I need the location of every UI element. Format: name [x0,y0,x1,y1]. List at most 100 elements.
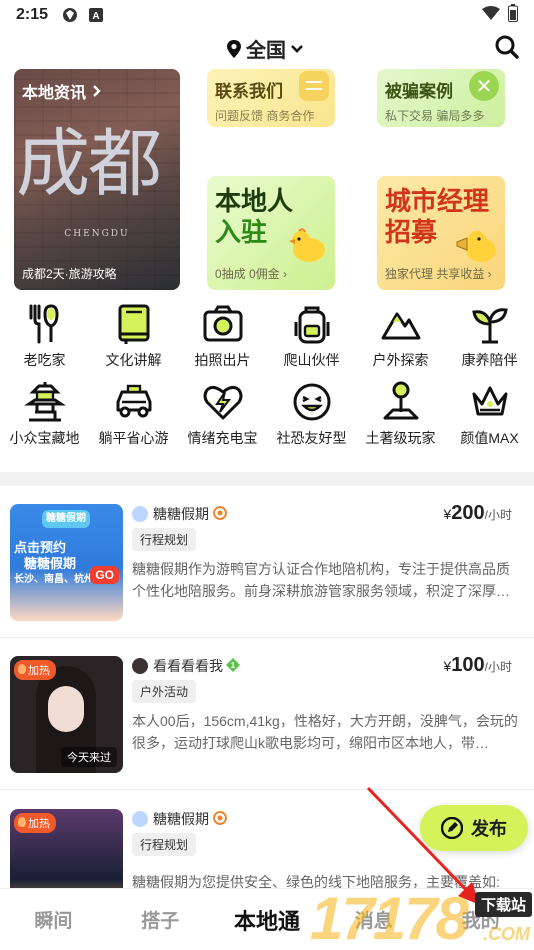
crown-icon [472,386,507,416]
camera-icon [203,305,242,342]
host-name: 看看看看我 [153,658,223,674]
tab-messages[interactable]: 消息 [320,906,427,933]
battery-icon [508,3,518,27]
category-local-expert[interactable]: 土著级玩家 [356,380,445,452]
thumbnail-line: 糖糖假期 [42,510,90,528]
backpack-icon [294,306,329,344]
location-selector[interactable]: 全国 [226,34,304,63]
pagoda-icon [23,382,66,422]
publish-label: 发布 [471,819,507,839]
svg-text:1: 1 [231,661,236,670]
avatar [132,811,148,827]
verified-badge-icon [213,811,227,825]
listing-description: 糖糖假期为您提供安全、绿色的线下地陪服务，主要覆盖如: [132,874,500,888]
price: ¥200/小时 [443,502,512,525]
mountain-icon [381,312,420,340]
city-manager-card[interactable]: 城市经理 招募 独家代理 共享收益 › [377,176,505,290]
map-pin-icon [383,381,418,420]
tab-moments[interactable]: 瞬间 [0,906,107,933]
search-button[interactable] [494,34,520,60]
listing-thumbnail: 糖糖假期 点击预约 糖糖假期 长沙、南昌、杭州… GO [10,504,123,621]
category-grid: 老吃家 文化讲解 拍照出片 爬山伙伴 户外探索 康养陪伴 小众宝藏地 躺平省心游… [0,302,534,452]
duck-mascot-icon [289,228,325,262]
edit-icon [441,817,463,839]
host-name: 糖糖假期 [153,811,209,827]
category-good-looks[interactable]: 颜值MAX [445,380,534,452]
listing-card[interactable]: 加热 今天来过 看看看看我 1 户外活动 ¥100/小时 本人00后，156cm… [0,642,534,788]
verified-badge-icon [213,506,227,520]
a-letter-icon: A [88,7,104,23]
category-hidden-gems[interactable]: 小众宝藏地 [0,380,89,452]
service-tag: 行程规划 [132,833,197,856]
city-manager-subtitle: 独家代理 共享收益 › [385,267,492,281]
local-info-caption: 成都2天·旅游攻略 [22,267,117,281]
fork-knife-icon [29,304,59,344]
local-info-title: 本地资讯 [22,79,101,103]
local-join-subtitle-text: 0抽成 0佣金 [215,267,280,281]
heart-bolt-icon [203,385,242,420]
city-name-art: 成都 [16,121,162,207]
service-tag: 户外活动 [132,680,197,703]
publish-button[interactable]: 发布 [420,805,528,851]
listing-description: 糖糖假期作为游鸭官方认证合作地陪机构，专注于提供高品质个性化地陪服务。前身深耕旅… [132,561,510,599]
list-separator [0,789,534,790]
sprout-icon [471,308,508,344]
local-join-line1: 本地人 [215,186,294,216]
scam-cases-subtitle: 私下交易 骗局多多 [385,109,485,123]
category-introvert[interactable]: 社恐友好型 [267,380,356,452]
chevron-right-icon [93,85,101,97]
price-value: 100 [451,654,485,676]
category-culture[interactable]: 文化讲解 [89,302,178,374]
portrait-face [48,686,84,732]
scam-cases-card[interactable]: ✕ 被骗案例 私下交易 骗局多多 [377,69,505,127]
price: ¥100/小时 [443,654,512,677]
category-label: 康养陪伴 [461,352,518,368]
local-join-subtitle: 0抽成 0佣金 › [215,267,288,281]
local-info-title-text: 本地资讯 [22,85,87,102]
status-bar: 2:15 A [0,0,534,30]
service-tag: 行程规划 [132,528,197,551]
category-photo[interactable]: 拍照出片 [178,302,267,374]
category-label: 爬山伙伴 [283,352,340,368]
contact-us-subtitle: 问题反馈 商务合作 [215,109,315,123]
recent-visit-badge: 今天来过 [61,747,117,767]
tab-buddies[interactable]: 搭子 [107,906,214,933]
status-time: 2:15 [16,6,49,23]
level-badge-icon: 1 [226,658,240,672]
listing-card[interactable]: 糖糖假期 点击预约 糖糖假期 长沙、南昌、杭州… GO 糖糖假期 行程规划 ¥2… [0,490,534,636]
category-label: 文化讲解 [105,352,162,368]
contact-us-card[interactable]: 联系我们 问题反馈 商务合作 [207,69,335,127]
go-badge: GO [90,566,119,584]
hot-badge: 加热 [14,660,56,680]
category-outdoor[interactable]: 户外探索 [356,302,445,374]
hot-badge: 加热 [14,813,56,833]
category-label: 老吃家 [23,352,66,368]
category-foodie[interactable]: 老吃家 [0,302,89,374]
city-manager-line1: 城市经理 [385,186,490,216]
category-hiking[interactable]: 爬山伙伴 [267,302,356,374]
location-label: 全国 [246,40,286,62]
close-circle-icon: ✕ [469,71,499,101]
location-pin-icon [227,39,241,58]
search-icon [495,35,519,59]
bottom-navigation: 瞬间 搭子 本地通 消息 我的 [0,888,534,950]
wifi-icon [482,5,500,25]
tab-local[interactable]: 本地通 [214,904,321,936]
list-separator [0,637,534,638]
category-label: 土著级玩家 [365,430,436,446]
category-label: 社恐友好型 [276,430,347,446]
category-emotional[interactable]: 情绪充电宝 [178,380,267,452]
avatar [132,658,148,674]
tab-profile[interactable]: 我的 [427,906,534,933]
category-relax-tour[interactable]: 躺平省心游 [89,380,178,452]
local-join-card[interactable]: 本地人 入驻 0抽成 0佣金 › [207,176,335,290]
category-wellness[interactable]: 康养陪伴 [445,302,534,374]
price-value: 200 [451,502,485,524]
host-name: 糖糖假期 [153,506,209,522]
duck-megaphone-icon [456,231,496,262]
section-divider [0,472,534,486]
taxi-icon [116,384,151,418]
listing-description: 本人00后，156cm,41kg，性格好，大方开朗，没脾气，会玩的很多，运动打球… [132,713,518,751]
local-info-card[interactable]: 本地资讯 成都 CHENGDU 成都2天·旅游攻略 [14,69,180,290]
category-label: 户外探索 [372,352,429,368]
